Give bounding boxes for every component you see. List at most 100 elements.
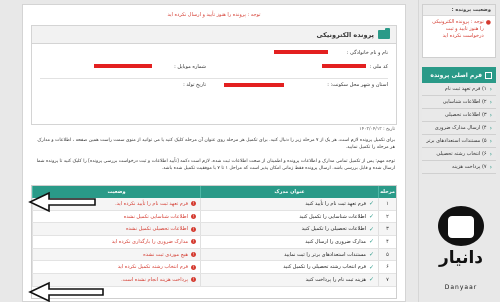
error-icon: ! [191, 226, 196, 232]
table-row[interactable]: ۴ ✓ مدارک ضروری را ارسال کنید! مدارک ضروری … [32, 236, 396, 249]
chevron-left-icon: ‹ [489, 137, 492, 145]
error-icon: ! [191, 252, 196, 258]
annotation-arrow-top [28, 191, 96, 213]
date-text: تاریخ : ۱۴۰۳/۰۴/۱۳ [359, 127, 395, 132]
chevron-left-icon: ‹ [489, 98, 492, 106]
mobile-label: شماره موبایل : [174, 64, 206, 70]
step-status: ! فرم انتخاب رشته تکمیل نکرده اید [32, 261, 200, 274]
table-row[interactable]: ۶ ✓ فرم انتخاب رشته تحصیلی را تکمیل کنید! ف… [32, 261, 396, 275]
step-title-link[interactable]: ✓ فرم تعهد ثبت نام را تأیید کنید [200, 198, 378, 210]
step-number: ۶ [378, 261, 396, 274]
step-title: هزینه ثبت نام را پرداخت کنید [305, 276, 366, 283]
chevron-left-icon: ‹ [489, 124, 492, 132]
chevron-left-icon: ‹ [489, 111, 492, 119]
sidebar-item-label: ۷) پرداخت هزینه [452, 164, 487, 170]
important-note: توجه مهم: پس از تکمیل تمامی مدارک و اطلا… [36, 159, 395, 171]
step-title: فرم انتخاب رشته تحصیلی را تکمیل کنید [283, 264, 366, 271]
grid-icon [485, 71, 492, 79]
profile-card: پرونده الکترونیکی نام و نام خانوادگی : ک… [31, 25, 397, 125]
step-title-link[interactable]: ✓ هزینه ثبت نام را پرداخت کنید [200, 274, 378, 286]
step-status-text: اطلاعات شناسایی تکمیل نشده [123, 213, 188, 220]
profile-title: پرونده الکترونیکی [316, 30, 374, 39]
error-icon: ! [191, 264, 196, 270]
status-panel: وضعیت پرونده : ● توجه : پرونده الکترونیک… [422, 4, 496, 58]
step-number: ۳ [378, 223, 396, 236]
step-status-text: اطلاعات تحصیلی تکمیل نشده [125, 226, 188, 233]
status-message: ● توجه : پرونده الکترونیکی را هنوز تایید… [423, 16, 495, 43]
step-title-link[interactable]: ✓ اطلاعات تحصیلی را تکمیل کنید [200, 223, 378, 236]
check-icon: ✓ [368, 238, 374, 246]
birth-date-label: تاریخ تولد : [183, 82, 206, 88]
check-icon: ✓ [368, 276, 374, 284]
main-panel: توجه : پرونده را هنوز تأیید و ارسال نکرد… [22, 4, 406, 302]
error-icon: ! [191, 214, 196, 220]
sidebar-item-field-selection[interactable]: ‹ ۶) انتخاب رشته تحصیلی [422, 148, 496, 161]
step-status-text: پرداخت هزینه انجام نشده است. [121, 276, 188, 283]
sidebar-item-education[interactable]: ‹ ۳) اطلاعات تحصیلی [422, 109, 496, 122]
chevron-left-icon: ‹ [489, 150, 492, 158]
col-title: عنوان مدرک [200, 186, 378, 198]
redacted-province [224, 83, 284, 87]
col-step: مرحله [378, 186, 396, 198]
sidebar-item-documents[interactable]: ‹ ۴) ارسال مدارک ضروری [422, 122, 496, 135]
step-number: ۱ [378, 198, 396, 210]
sidebar-item-payment[interactable]: ‹ ۷) پرداخت هزینه [422, 161, 496, 174]
step-title: مستندات استعدادهای برتر را ثبت نمایید [284, 251, 366, 258]
profile-card-header: پرونده الکترونیکی [32, 26, 396, 44]
error-icon: ! [191, 201, 196, 207]
sidebar-item-label: ۶) انتخاب رشته تحصیلی [436, 151, 487, 157]
redacted-mobile [94, 64, 152, 68]
step-title-link[interactable]: ✓ مستندات استعدادهای برتر را ثبت نمایید [200, 248, 378, 261]
step-number: ۷ [378, 274, 396, 286]
step-status: ! هیچ موردی ثبت نشده [32, 248, 200, 261]
redacted-national-code [322, 64, 366, 68]
sidebar-item-identity[interactable]: ‹ ۲) اطلاعات شناسایی [422, 96, 496, 109]
sidebar-item-label: ۴) ارسال مدارک ضروری [434, 125, 487, 131]
watermark-logo: دانیار Danyaar [428, 206, 494, 296]
menu-title-label: فرم اصلی پرونده [430, 71, 482, 79]
page-notice: توجه : پرونده را هنوز تأیید و ارسال نکرد… [167, 12, 261, 18]
table-row[interactable]: ۵ ✓ مستندات استعدادهای برتر را ثبت نمایید!… [32, 248, 396, 262]
step-title-link[interactable]: ✓ فرم انتخاب رشته تحصیلی را تکمیل کنید [200, 261, 378, 274]
sidebar-item-commitment[interactable]: ‹ ۱) فرم تعهد ثبت نام [422, 83, 496, 96]
status-panel-title: وضعیت پرونده : [423, 5, 495, 16]
province-label: استان و شهر محل سکونت: : [327, 82, 388, 88]
page: وضعیت پرونده : ● توجه : پرونده الکترونیک… [0, 0, 500, 302]
annotation-arrow-bottom [28, 281, 104, 302]
error-icon: ! [191, 239, 196, 245]
redacted-name [274, 50, 328, 54]
step-title: اطلاعات تحصیلی را تکمیل کنید [301, 226, 366, 233]
step-number: ۴ [378, 236, 396, 248]
step-status: ! مدارک ضروری را بارگذاری نکرده اید [32, 236, 200, 248]
step-title: مدارک ضروری را ارسال کنید [305, 238, 366, 245]
sidebar-item-label: ۲) اطلاعات شناسایی [442, 99, 487, 105]
logo-mark [448, 216, 474, 238]
menu-title: فرم اصلی پرونده [422, 67, 496, 83]
alert-icon: ● [485, 19, 491, 26]
name-label: نام و نام خانوادگی : [346, 50, 388, 56]
step-title-link[interactable]: ✓ اطلاعات شناسایی را تکمیل کنید [200, 210, 378, 223]
national-code-label: کد ملی : [369, 64, 388, 70]
step-status-text: فرم تعهد ثبت نام را تأیید نکرده اید. [115, 200, 188, 207]
folder-icon [378, 28, 390, 39]
chevron-left-icon: ‹ [489, 85, 492, 93]
sidebar-menu: فرم اصلی پرونده ‹ ۱) فرم تعهد ثبت نام ‹ ۲)… [422, 67, 496, 174]
logo-subtitle: Danyaar [444, 284, 478, 291]
status-text: توجه : پرونده الکترونیکی را هنوز تایید و… [432, 19, 484, 39]
sidebar-item-label: ۵) مستندات استعدادهای برتر [426, 138, 487, 144]
step-status-text: فرم انتخاب رشته تکمیل نکرده اید [117, 264, 188, 271]
logo-brand: دانیار [438, 248, 484, 268]
step-title: اطلاعات شناسایی را تکمیل کنید [299, 213, 366, 220]
sidebar-item-talents[interactable]: ‹ ۵) مستندات استعدادهای برتر [422, 135, 496, 148]
instructions-text: برای تکمیل پرونده لازم است، هر یک از ۷ م… [37, 138, 395, 150]
step-number: ۲ [378, 210, 396, 223]
divider [40, 78, 388, 79]
step-number: ۵ [378, 248, 396, 261]
check-icon: ✓ [368, 200, 374, 208]
table-row[interactable]: ۳ ✓ اطلاعات تحصیلی را تکمیل کنید! اطلاعات ت… [32, 223, 396, 237]
sidebar-item-label: ۱) فرم تعهد ثبت نام [444, 86, 487, 92]
check-icon: ✓ [368, 213, 374, 221]
chevron-left-icon: ‹ [489, 163, 492, 171]
step-title: فرم تعهد ثبت نام را تأیید کنید [305, 200, 366, 207]
step-title-link[interactable]: ✓ مدارک ضروری را ارسال کنید [200, 236, 378, 248]
